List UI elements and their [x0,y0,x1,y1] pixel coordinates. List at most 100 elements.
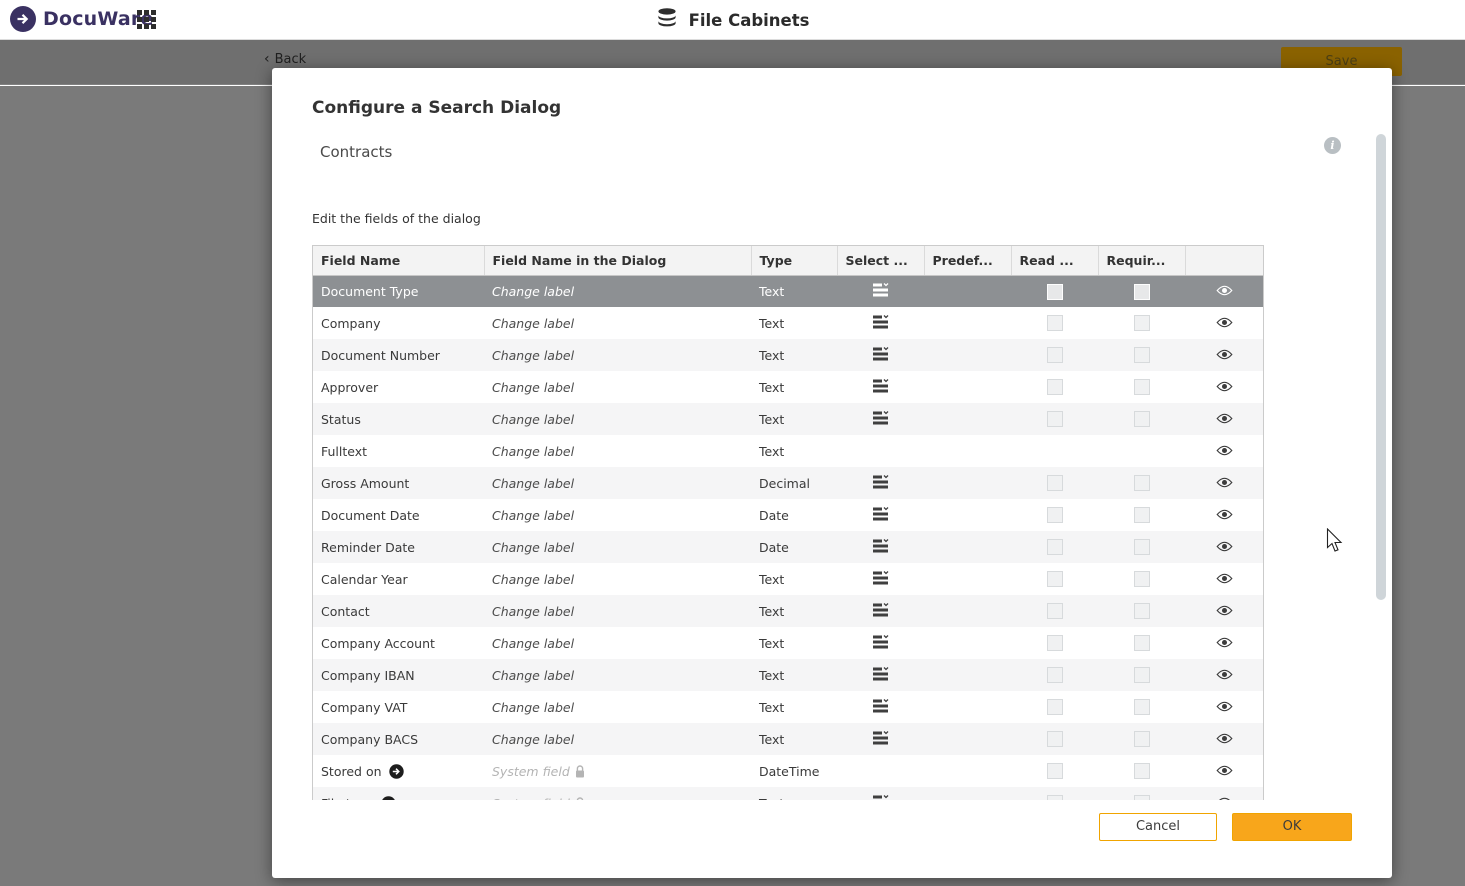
visibility-eye-icon[interactable] [1185,275,1263,307]
required-checkbox[interactable] [1134,635,1150,651]
change-label-link[interactable]: Change label [484,531,751,563]
required-checkbox[interactable] [1134,667,1150,683]
visibility-eye-icon[interactable] [1185,787,1263,800]
visibility-eye-icon[interactable] [1185,723,1263,755]
select-list-icon[interactable] [837,627,924,659]
required-checkbox[interactable] [1134,795,1150,800]
required-checkbox[interactable] [1134,284,1150,300]
change-label-link[interactable]: Change label [484,691,751,723]
change-label-link[interactable]: Change label [484,371,751,403]
change-label-link[interactable]: Change label [484,499,751,531]
read-only-checkbox[interactable] [1047,379,1063,395]
visibility-eye-icon[interactable] [1185,307,1263,339]
visibility-eye-icon[interactable] [1185,467,1263,499]
select-list-icon[interactable] [837,659,924,691]
read-only-checkbox[interactable] [1047,635,1063,651]
back-link[interactable]: ‹Back [264,51,306,67]
docuware-brand[interactable]: DocuWare [10,6,154,32]
required-checkbox[interactable] [1134,571,1150,587]
select-list-icon[interactable] [837,371,924,403]
table-row[interactable]: StatusChange labelText [313,403,1263,435]
system-field-circle-arrow-icon[interactable] [381,796,396,801]
required-checkbox[interactable] [1134,347,1150,363]
table-row[interactable]: FulltextChange labelText [313,435,1263,467]
read-only-checkbox[interactable] [1047,731,1063,747]
visibility-eye-icon[interactable] [1185,339,1263,371]
table-row[interactable]: ApproverChange labelText [313,371,1263,403]
change-label-link[interactable]: Change label [484,307,751,339]
change-label-link[interactable]: Change label [484,339,751,371]
system-field-circle-arrow-icon[interactable] [389,764,404,779]
visibility-eye-icon[interactable] [1185,755,1263,787]
table-row[interactable]: File type System field Text [313,787,1263,800]
table-row[interactable]: Document DateChange labelDate [313,499,1263,531]
info-icon[interactable]: i [1324,137,1341,154]
change-label-link[interactable]: Change label [484,595,751,627]
table-row[interactable]: Calendar YearChange labelText [313,563,1263,595]
visibility-eye-icon[interactable] [1185,627,1263,659]
visibility-eye-icon[interactable] [1185,403,1263,435]
read-only-checkbox[interactable] [1047,284,1063,300]
select-list-icon[interactable] [837,499,924,531]
change-label-link[interactable]: Change label [484,627,751,659]
change-label-link[interactable]: Change label [484,403,751,435]
visibility-eye-icon[interactable] [1185,563,1263,595]
select-list-icon[interactable] [837,595,924,627]
read-only-checkbox[interactable] [1047,667,1063,683]
required-checkbox[interactable] [1134,315,1150,331]
read-only-checkbox[interactable] [1047,795,1063,800]
visibility-eye-icon[interactable] [1185,435,1263,467]
table-row[interactable]: Document NumberChange labelText [313,339,1263,371]
required-checkbox[interactable] [1134,731,1150,747]
table-row[interactable]: Reminder DateChange labelDate [313,531,1263,563]
required-checkbox[interactable] [1134,539,1150,555]
modal-scrollbar-thumb[interactable] [1376,134,1386,600]
read-only-checkbox[interactable] [1047,571,1063,587]
select-list-icon[interactable] [837,787,924,800]
select-list-icon[interactable] [837,531,924,563]
read-only-checkbox[interactable] [1047,411,1063,427]
cancel-button[interactable]: Cancel [1099,813,1217,841]
required-checkbox[interactable] [1134,763,1150,779]
visibility-eye-icon[interactable] [1185,499,1263,531]
ok-button[interactable]: OK [1232,813,1352,841]
required-checkbox[interactable] [1134,475,1150,491]
change-label-link[interactable]: Change label [484,467,751,499]
table-row[interactable]: Stored on System field DateTime [313,755,1263,787]
select-list-icon[interactable] [837,339,924,371]
select-list-icon[interactable] [837,723,924,755]
change-label-link[interactable]: Change label [484,435,751,467]
select-list-icon[interactable] [837,691,924,723]
read-only-checkbox[interactable] [1047,539,1063,555]
visibility-eye-icon[interactable] [1185,371,1263,403]
read-only-checkbox[interactable] [1047,603,1063,619]
select-list-icon[interactable] [837,403,924,435]
change-label-link[interactable]: Change label [484,659,751,691]
change-label-link[interactable]: Change label [484,563,751,595]
table-row[interactable]: Company AccountChange labelText [313,627,1263,659]
apps-grid-icon[interactable] [137,10,157,30]
required-checkbox[interactable] [1134,699,1150,715]
table-row[interactable]: Company IBANChange labelText [313,659,1263,691]
read-only-checkbox[interactable] [1047,347,1063,363]
required-checkbox[interactable] [1134,379,1150,395]
required-checkbox[interactable] [1134,411,1150,427]
table-row[interactable]: Document TypeChange labelText [313,275,1263,307]
required-checkbox[interactable] [1134,507,1150,523]
visibility-eye-icon[interactable] [1185,691,1263,723]
table-row[interactable]: ContactChange labelText [313,595,1263,627]
select-list-icon[interactable] [837,467,924,499]
select-list-icon[interactable] [837,307,924,339]
table-row[interactable]: Company BACSChange labelText [313,723,1263,755]
required-checkbox[interactable] [1134,603,1150,619]
visibility-eye-icon[interactable] [1185,531,1263,563]
read-only-checkbox[interactable] [1047,507,1063,523]
read-only-checkbox[interactable] [1047,315,1063,331]
read-only-checkbox[interactable] [1047,475,1063,491]
change-label-link[interactable]: Change label [484,723,751,755]
select-list-icon[interactable] [837,563,924,595]
table-row[interactable]: Gross AmountChange labelDecimal [313,467,1263,499]
change-label-link[interactable]: Change label [484,275,751,307]
select-list-icon[interactable] [837,275,924,307]
read-only-checkbox[interactable] [1047,699,1063,715]
